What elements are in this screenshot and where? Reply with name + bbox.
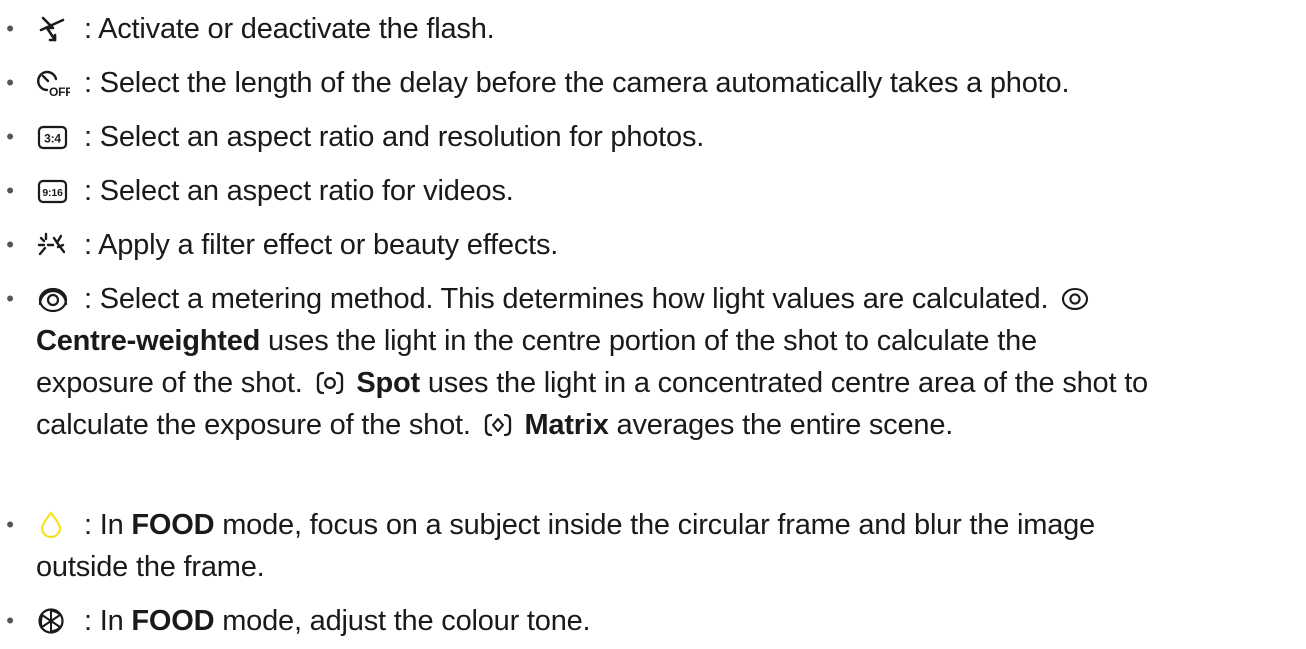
item-pre: : In <box>84 605 124 637</box>
matrix-icon <box>483 409 513 437</box>
bullet: • <box>6 608 14 633</box>
list-item: • : In FOOD mode, focus on a subject ins… <box>0 504 1306 594</box>
centre-weighted-desc-2: exposure of the shot. <box>36 367 303 399</box>
timer-off-icon: OFF <box>36 68 70 98</box>
item-text: : Apply a filter effect or beauty effect… <box>84 229 559 261</box>
filter-effects-icon <box>36 230 70 260</box>
spot-icon <box>315 367 345 395</box>
drop-line-1: : In FOOD mode, focus on a subject insid… <box>84 504 1095 546</box>
bullet: • <box>6 178 14 203</box>
item-text: : Select a metering method. This determi… <box>84 283 1049 315</box>
matrix-term: Matrix <box>524 409 609 441</box>
document-page: • : Activate or deactivate the flash. • … <box>0 0 1306 649</box>
ratio-label: 9:16 <box>42 187 63 199</box>
centre-weighted-desc: uses the light in the centre portion of … <box>268 325 1037 357</box>
centre-weighted-term: Centre-weighted <box>36 325 261 357</box>
bullet: • <box>6 286 14 311</box>
metering-line-3: exposure of the shot. Spot uses the ligh… <box>36 362 1148 404</box>
metering-line-1: : Select a metering method. This determi… <box>84 278 1094 320</box>
metering-icon <box>36 284 70 314</box>
food-term: FOOD <box>131 605 215 637</box>
item-text: : Select the length of the delay before … <box>84 67 1070 99</box>
list-item: • : Select a metering method. This deter… <box>0 278 1306 448</box>
bullet: • <box>6 124 14 149</box>
item-text: : Select an aspect ratio for videos. <box>84 175 514 207</box>
tone-line: : In FOOD mode, adjust the colour tone. <box>84 600 591 642</box>
ratio-3-4-icon: 3:4 <box>36 122 70 152</box>
spot-term: Spot <box>356 367 421 399</box>
metering-line-2: Centre-weighted uses the light in the ce… <box>36 320 1037 362</box>
item-text: : Activate or deactivate the flash. <box>84 13 495 45</box>
bullet: • <box>6 70 14 95</box>
item-text: mode, adjust the colour tone. <box>222 605 591 637</box>
spot-desc: uses the light in a concentrated centre … <box>427 367 1148 399</box>
item-text: mode, focus on a subject inside the circ… <box>222 509 1095 541</box>
drop-icon <box>36 510 70 540</box>
svg-text:OFF: OFF <box>49 85 70 98</box>
ratio-9-16-icon: 9:16 <box>36 176 70 206</box>
ratio-label: 3:4 <box>44 132 61 146</box>
bullet: • <box>6 512 14 537</box>
item-text: : Select an aspect ratio and resolution … <box>84 121 705 153</box>
centre-weighted-icon <box>1060 283 1090 311</box>
matrix-desc: averages the entire scene. <box>616 409 954 441</box>
metering-line-4: calculate the exposure of the shot. Matr… <box>36 404 953 446</box>
food-term: FOOD <box>131 509 215 541</box>
flash-off-icon <box>36 14 70 44</box>
item-pre: : In <box>84 509 124 541</box>
bullet: • <box>6 232 14 257</box>
colour-tone-icon <box>36 606 70 636</box>
spot-desc-2: calculate the exposure of the shot. <box>36 409 471 441</box>
drop-line-2: outside the frame. <box>36 551 265 583</box>
bullet: • <box>6 16 14 41</box>
